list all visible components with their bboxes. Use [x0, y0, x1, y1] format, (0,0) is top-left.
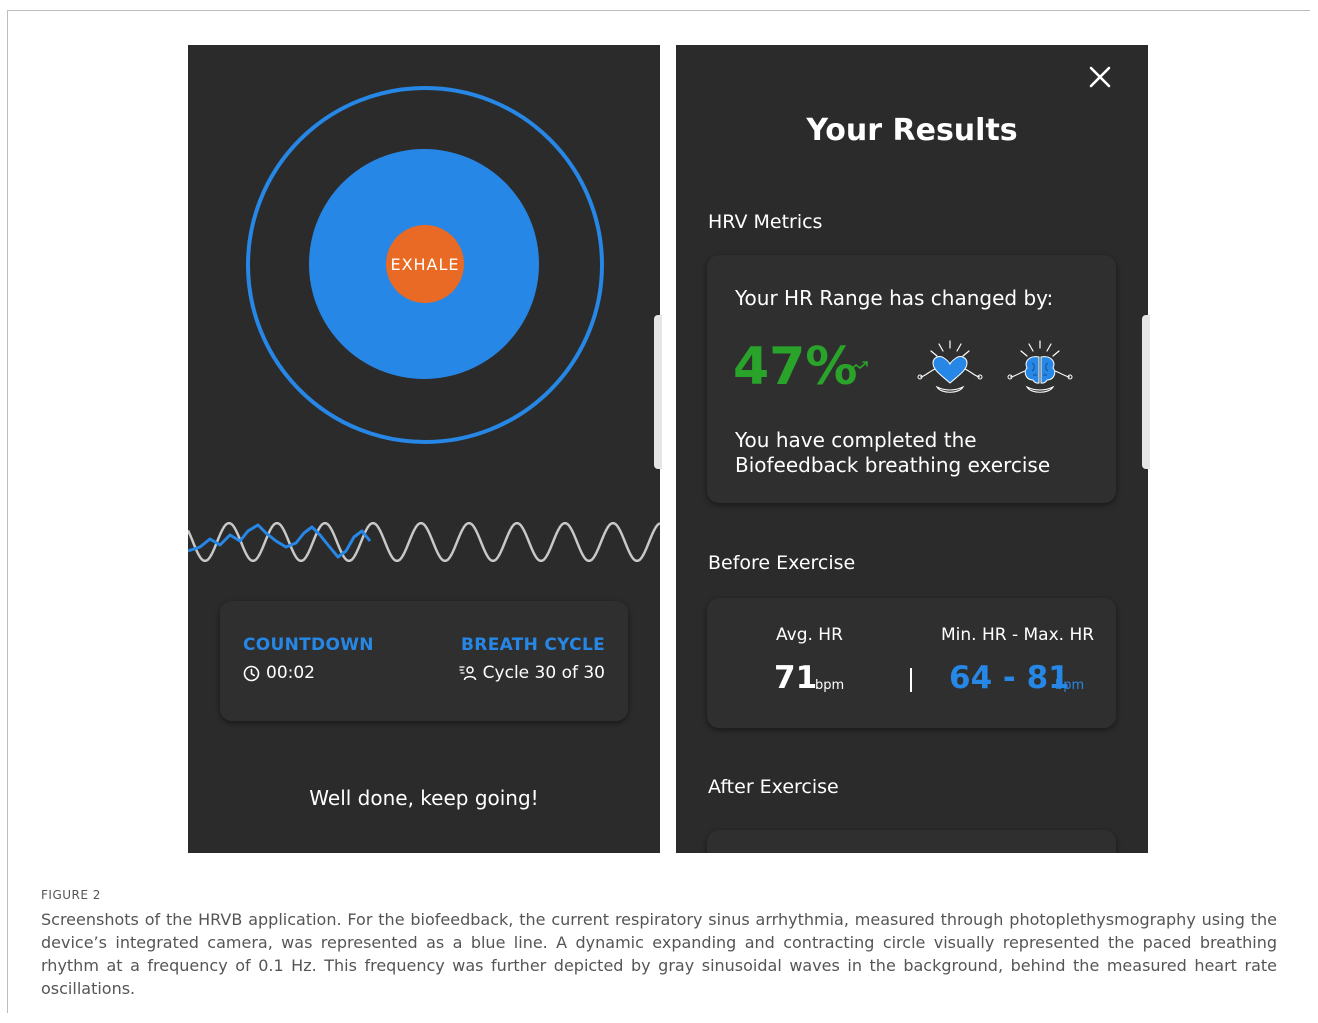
- breath-cycle-display: Cycle 30 of 30: [459, 663, 605, 683]
- hrv-metrics-card: Your HR Range has changed by: 47% You ha…: [707, 255, 1116, 503]
- hr-range-value: 64 - 81: [949, 660, 1070, 696]
- paced-breathing-wave: [188, 521, 660, 563]
- avg-hr-label: Avg. HR: [776, 625, 843, 645]
- heart-rate-line: [188, 523, 372, 559]
- countdown-value: 00:02: [266, 663, 315, 683]
- countdown-display: 00:02: [243, 663, 315, 683]
- session-stats-card: COUNTDOWN 00:02 BREATH CYCLE Cycle 30 of…: [220, 601, 628, 721]
- avg-hr-value: 71: [774, 660, 818, 696]
- clock-icon: [243, 665, 260, 681]
- phase-label: EXHALE: [390, 254, 460, 274]
- before-exercise-heading: Before Exercise: [708, 552, 856, 574]
- before-exercise-card: Avg. HR 71 bpm Min. HR - Max. HR 64 - 81…: [707, 598, 1116, 728]
- scroll-handle[interactable]: [1142, 315, 1150, 469]
- meditating-brain-icon: [1007, 340, 1073, 393]
- meditating-heart-icon: [917, 340, 983, 393]
- avg-hr-unit: bpm: [815, 678, 845, 693]
- figure-caption: Screenshots of the HRVB application. For…: [41, 910, 1277, 998]
- breathing-waveform: [188, 521, 660, 563]
- person-breath-icon: [459, 666, 476, 681]
- close-icon[interactable]: [1088, 65, 1112, 89]
- hr-range-unit: bpm: [1055, 678, 1085, 693]
- trend-up-icon: [849, 361, 868, 371]
- breath-cycle-heading: BREATH CYCLE: [461, 635, 605, 655]
- breath-cycle-value: Cycle 30 of 30: [482, 663, 605, 683]
- results-screen: Your Results HRV Metrics Your HR Range h…: [676, 45, 1148, 853]
- after-exercise-heading: After Exercise: [708, 776, 839, 798]
- hrv-metrics-heading: HRV Metrics: [708, 211, 823, 233]
- hr-range-label-column: Min. HR - Max. HR: [941, 625, 1095, 645]
- hr-range-label: Your HR Range has changed by:: [735, 286, 1054, 310]
- page-title: Your Results: [806, 113, 1018, 148]
- encouragement-text: Well done, keep going!: [309, 786, 539, 810]
- countdown-heading: COUNTDOWN: [243, 635, 374, 655]
- scroll-handle[interactable]: [654, 315, 662, 469]
- completion-message: You have completed the Biofeedback breat…: [735, 428, 1051, 477]
- figure-label: FIGURE 2: [41, 888, 101, 902]
- breath-phase-indicator: EXHALE: [386, 225, 464, 303]
- after-exercise-card: [707, 830, 1116, 853]
- hr-range-change-value: 47%: [733, 337, 858, 397]
- metric-divider: [910, 668, 912, 692]
- breathing-screen: EXHALE COUNTDOWN 00:02 BREATH CYCLE Cycl…: [188, 45, 660, 853]
